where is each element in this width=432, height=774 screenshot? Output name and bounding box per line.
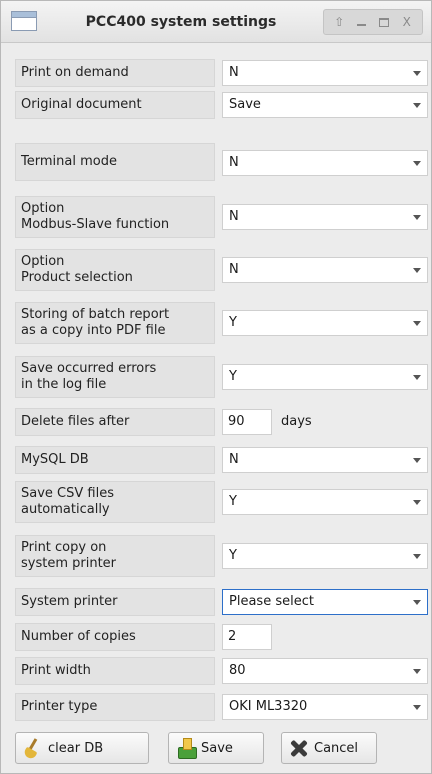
printer-type-label: Printer type bbox=[15, 693, 215, 721]
window-title: PCC400 system settings bbox=[85, 14, 277, 30]
print-copy-system-label: Print copy on system printer bbox=[15, 535, 215, 577]
chevron-down-icon bbox=[413, 600, 421, 605]
batch-report-pdf-label: Storing of batch report as a copy into P… bbox=[15, 302, 215, 344]
maximize-icon bbox=[379, 17, 390, 27]
save-errors-log-select[interactable]: Y bbox=[222, 364, 428, 390]
delete-files-after-label: Delete files after bbox=[15, 408, 215, 436]
chevron-down-icon bbox=[413, 669, 421, 674]
delete-files-days-input[interactable]: 90 bbox=[222, 409, 272, 435]
product-selection-label: Option Product selection bbox=[15, 249, 215, 291]
chevron-down-icon bbox=[413, 103, 421, 108]
shade-button[interactable]: ⇧ bbox=[330, 13, 348, 31]
print-copy-system-select[interactable]: Y bbox=[222, 543, 428, 569]
maximize-button[interactable] bbox=[375, 13, 393, 31]
chevron-down-icon bbox=[413, 321, 421, 326]
window-controls: ⇧ X bbox=[323, 9, 423, 35]
chevron-down-icon bbox=[413, 500, 421, 505]
product-selection-select[interactable]: N bbox=[222, 257, 428, 283]
save-csv-label: Save CSV files automatically bbox=[15, 481, 215, 523]
chevron-down-icon bbox=[413, 375, 421, 380]
cancel-icon bbox=[288, 737, 310, 759]
print-on-demand-select[interactable]: N bbox=[222, 60, 428, 86]
app-window-icon bbox=[11, 11, 37, 31]
terminal-mode-select[interactable]: N bbox=[222, 150, 428, 176]
broom-icon bbox=[22, 737, 44, 759]
minimize-button[interactable] bbox=[353, 13, 371, 31]
printer-type-select[interactable]: OKI ML3320 bbox=[222, 694, 428, 720]
mysql-db-select[interactable]: N bbox=[222, 447, 428, 473]
save-csv-select[interactable]: Y bbox=[222, 489, 428, 515]
chevron-down-icon bbox=[413, 705, 421, 710]
days-unit-label: days bbox=[281, 414, 312, 429]
up-arrow-icon: ⇧ bbox=[334, 15, 345, 29]
chevron-down-icon bbox=[413, 458, 421, 463]
save-errors-log-label: Save occurred errors in the log file bbox=[15, 356, 215, 398]
cancel-button[interactable]: Cancel bbox=[281, 732, 377, 764]
batch-report-pdf-select[interactable]: Y bbox=[222, 310, 428, 336]
chevron-down-icon bbox=[413, 554, 421, 559]
save-icon bbox=[175, 737, 197, 759]
original-document-select[interactable]: Save bbox=[222, 92, 428, 118]
title-bar[interactable]: PCC400 system settings ⇧ X bbox=[1, 1, 431, 43]
number-of-copies-label: Number of copies bbox=[15, 623, 215, 651]
modbus-slave-label: Option Modbus-Slave function bbox=[15, 196, 215, 238]
save-button[interactable]: Save bbox=[168, 732, 264, 764]
settings-window: PCC400 system settings ⇧ X Print on dema… bbox=[0, 0, 432, 774]
close-icon: X bbox=[402, 15, 411, 29]
print-width-select[interactable]: 80 bbox=[222, 658, 428, 684]
close-button[interactable]: X bbox=[398, 13, 416, 31]
print-on-demand-label: Print on demand bbox=[15, 59, 215, 87]
system-printer-label: System printer bbox=[15, 588, 215, 616]
original-document-label: Original document bbox=[15, 91, 215, 119]
clear-db-button[interactable]: clear DB bbox=[15, 732, 149, 764]
chevron-down-icon bbox=[413, 71, 421, 76]
minimize-icon bbox=[357, 24, 367, 26]
chevron-down-icon bbox=[413, 161, 421, 166]
terminal-mode-label: Terminal mode bbox=[15, 143, 215, 181]
system-printer-select[interactable]: Please select bbox=[222, 589, 428, 615]
mysql-db-label: MySQL DB bbox=[15, 446, 215, 474]
number-of-copies-input[interactable]: 2 bbox=[222, 624, 272, 650]
chevron-down-icon bbox=[413, 268, 421, 273]
modbus-slave-select[interactable]: N bbox=[222, 204, 428, 230]
chevron-down-icon bbox=[413, 215, 421, 220]
print-width-label: Print width bbox=[15, 657, 215, 685]
